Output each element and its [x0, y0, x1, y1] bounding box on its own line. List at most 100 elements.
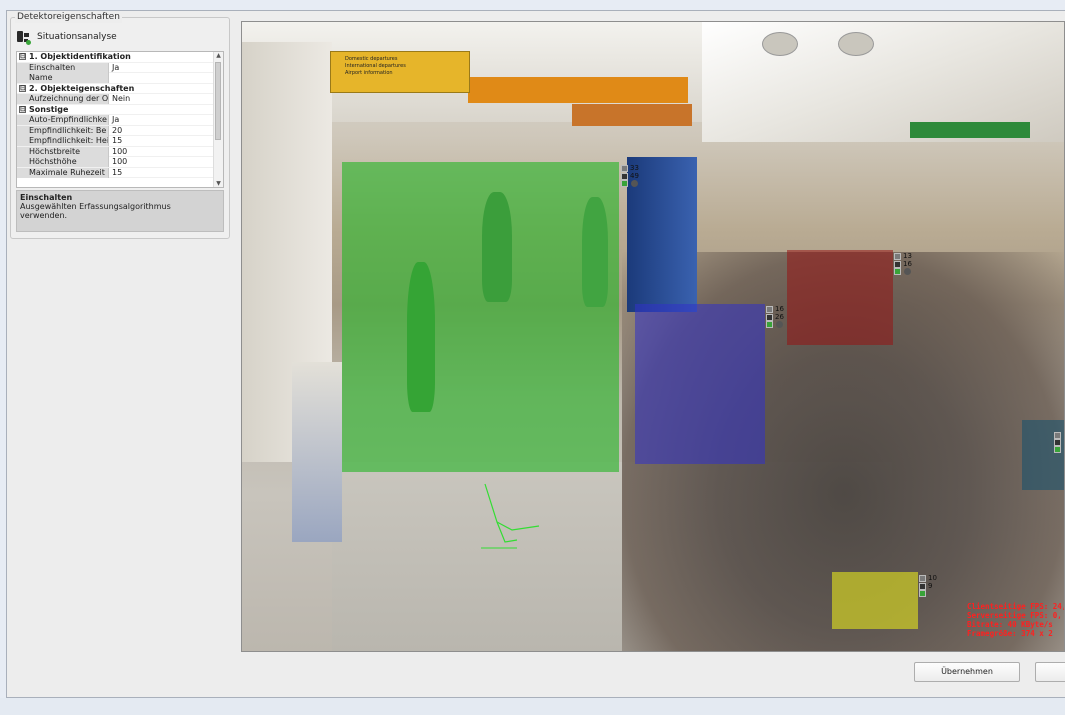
- scrollbar-thumb[interactable]: [215, 62, 221, 140]
- sign-line: Airport information: [345, 70, 393, 76]
- detection-value: 16: [903, 260, 912, 268]
- property-row-max-height[interactable]: Höchsthöhe 100: [17, 157, 223, 168]
- detection-label-yellow: 10 9: [919, 574, 937, 597]
- ceiling-light-icon: [762, 32, 798, 56]
- advert-panel: [292, 362, 342, 542]
- frame-size: Framegröße: 374 x 2: [967, 629, 1053, 638]
- detection-box-yellow[interactable]: [832, 572, 918, 629]
- video-preview[interactable]: Domestic departures International depart…: [241, 21, 1065, 652]
- stream-stats: Clientseitige FPS: 24, Serverseitige FPS…: [967, 602, 1065, 638]
- detection-value: 10: [928, 574, 937, 582]
- property-name: Einschalten: [17, 62, 109, 73]
- property-row-recording[interactable]: Aufzeichnung der O Nein: [17, 94, 223, 105]
- detection-box-blue[interactable]: [635, 304, 765, 464]
- secondary-button[interactable]: [1035, 662, 1065, 682]
- detection-value: 13: [903, 252, 912, 260]
- property-row-auto-sensitivity[interactable]: Auto-Empfindlichke Ja: [17, 115, 223, 126]
- property-row-max-idle-time[interactable]: Maximale Ruhezeit 15: [17, 167, 223, 179]
- sign-line: Domestic departures: [345, 56, 398, 62]
- detection-box-red[interactable]: [787, 250, 893, 345]
- property-row-einschalten[interactable]: Einschalten Ja: [17, 62, 223, 74]
- property-value[interactable]: Ja: [110, 115, 119, 126]
- detection-value: 9: [928, 582, 933, 590]
- property-name: Aufzeichnung der O: [17, 94, 109, 104]
- category-label: Sonstige: [29, 104, 69, 114]
- client-fps: Clientseitige FPS: 24,: [967, 602, 1065, 611]
- record-dot-icon: [631, 180, 638, 187]
- detection-label-green: 33 49: [621, 164, 639, 187]
- property-row-sensitivity-brightness[interactable]: Empfindlichkeit: Hei 15: [17, 136, 223, 147]
- record-dot-icon: [904, 268, 911, 275]
- orange-sign: [572, 104, 692, 126]
- detection-label-blue: 16 26: [766, 305, 784, 328]
- detection-box-green[interactable]: [342, 162, 619, 472]
- detection-label-teal: [1054, 432, 1063, 453]
- property-value[interactable]: Nein: [110, 94, 130, 105]
- detection-value: 49: [630, 172, 639, 180]
- property-name: Empfindlichkeit: Be: [17, 125, 109, 136]
- bitrate: Bitrate: 40 KByte/s: [967, 620, 1053, 629]
- property-row-max-width[interactable]: Höchstbreite 100: [17, 146, 223, 158]
- property-name: Maximale Ruhezeit: [17, 167, 109, 178]
- apply-button[interactable]: Übernehmen: [914, 662, 1020, 682]
- property-name: Auto-Empfindlichke: [17, 115, 109, 125]
- detection-label-red: 13 16: [894, 252, 912, 275]
- detector-header: Situationsanalyse: [17, 28, 117, 46]
- detection-value: 33: [630, 164, 639, 172]
- property-value[interactable]: 100: [110, 147, 127, 158]
- width-icon: [919, 574, 926, 582]
- detection-value: 26: [775, 313, 784, 321]
- group-title: Detektoreigenschaften: [15, 11, 122, 23]
- property-grid[interactable]: ⊟ 1. Objektidentifikation Einschalten Ja …: [16, 51, 224, 188]
- detector-properties-group: Detektoreigenschaften Situationsanalyse …: [10, 11, 230, 239]
- property-value[interactable]: 15: [110, 168, 122, 179]
- situation-analysis-icon: [17, 30, 31, 45]
- green-sign: [910, 122, 1030, 138]
- collapse-toggle-icon[interactable]: ⊟: [19, 53, 26, 60]
- property-description: Einschalten Ausgewählten Erfassungsalgor…: [16, 190, 224, 232]
- property-name: Name: [17, 73, 109, 83]
- property-row-name[interactable]: Name: [17, 73, 223, 84]
- property-value[interactable]: 100: [110, 157, 127, 168]
- status-icon: [1054, 446, 1061, 453]
- category-object-properties[interactable]: ⊟ 2. Objekteigenschaften: [17, 83, 223, 94]
- property-value[interactable]: 20: [110, 126, 122, 137]
- property-name: Empfindlichkeit: Hei: [17, 136, 109, 146]
- status-icon: [766, 321, 773, 328]
- motion-trail: [481, 483, 540, 549]
- scroll-up-icon[interactable]: ▲: [214, 52, 223, 59]
- detector-name: Situationsanalyse: [37, 32, 117, 42]
- height-icon: [621, 172, 628, 180]
- category-other[interactable]: ⊟ Sonstige: [17, 104, 223, 115]
- orange-banner: [468, 77, 688, 103]
- height-icon: [894, 260, 901, 268]
- scroll-down-icon[interactable]: ▼: [214, 180, 223, 187]
- property-value[interactable]: 15: [110, 136, 122, 147]
- collapse-toggle-icon[interactable]: ⊟: [19, 105, 26, 113]
- record-dot-icon: [776, 321, 783, 328]
- server-fps: Serverseitige FPS: 0,: [967, 611, 1062, 620]
- sign-line: International departures: [345, 63, 406, 69]
- height-icon: [766, 313, 773, 321]
- detection-box-teal[interactable]: [1022, 420, 1064, 490]
- width-icon: [894, 252, 901, 260]
- category-label: 1. Objektidentifikation: [29, 52, 131, 61]
- detection-value: 16: [775, 305, 784, 313]
- property-value[interactable]: Ja: [110, 63, 119, 74]
- property-name: Höchstbreite: [17, 146, 109, 157]
- property-row-sensitivity-motion[interactable]: Empfindlichkeit: Be 20: [17, 125, 223, 137]
- width-icon: [621, 164, 628, 172]
- ceiling-light-icon: [838, 32, 874, 56]
- property-grid-scrollbar[interactable]: ▲ ▼: [213, 52, 223, 187]
- top-strip: [0, 0, 1065, 10]
- category-object-identification[interactable]: ⊟ 1. Objektidentifikation: [17, 52, 223, 63]
- description-title: Einschalten: [20, 193, 73, 202]
- height-icon: [1054, 439, 1061, 446]
- height-icon: [919, 582, 926, 590]
- status-icon: [919, 590, 926, 597]
- width-icon: [1054, 432, 1061, 439]
- departures-signboard: Domestic departures International depart…: [330, 51, 470, 93]
- category-label: 2. Objekteigenschaften: [29, 83, 135, 93]
- collapse-toggle-icon[interactable]: ⊟: [19, 84, 26, 92]
- description-text: Ausgewählten Erfassungsalgorithmus verwe…: [20, 202, 171, 220]
